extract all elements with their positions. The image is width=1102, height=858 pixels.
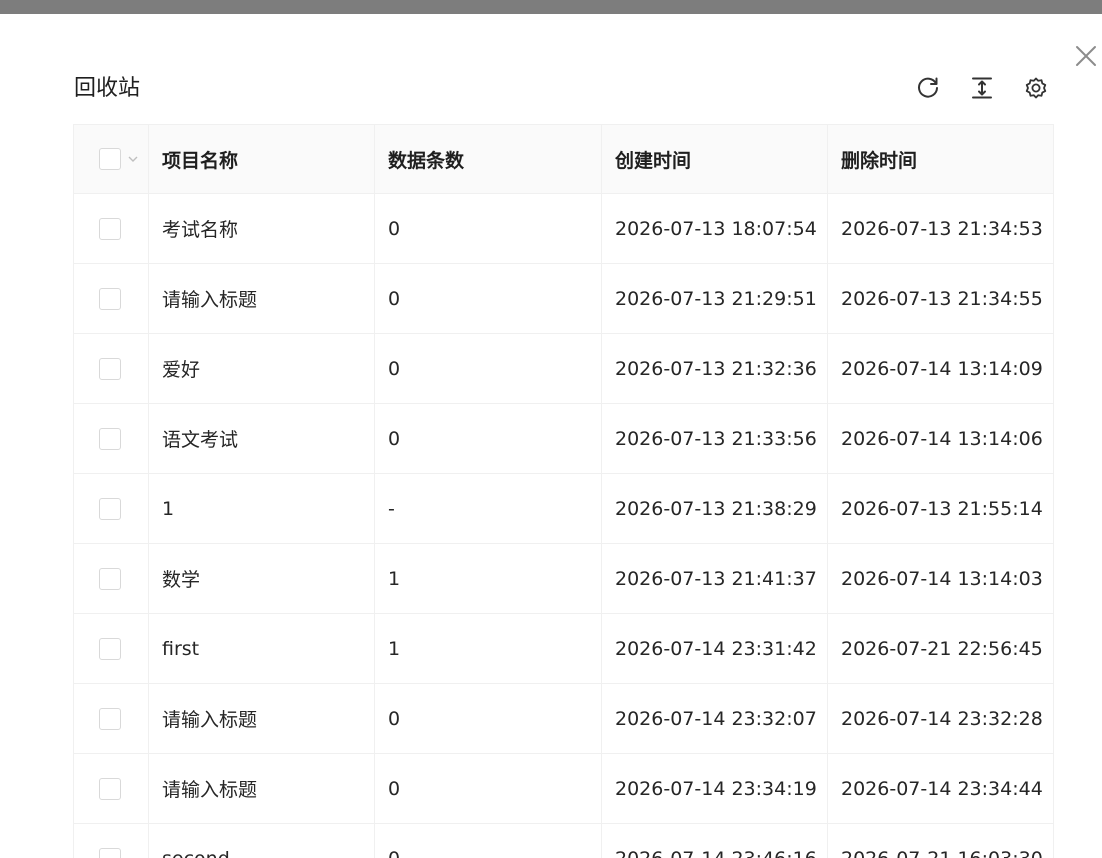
deleted-time: 2026-07-14 23:32:28 [841, 707, 1043, 730]
project-name: 1 [149, 474, 375, 543]
created-time: 2026-07-14 23:34:19 [602, 754, 828, 823]
project-name: 请输入标题 [149, 264, 375, 333]
project-name: first [149, 614, 375, 683]
table-row[interactable]: 1 - 2026-07-13 21:38:29 2026-07-13 21:55… [73, 474, 1054, 544]
table-row[interactable]: 请输入标题 0 2026-07-14 23:32:07 2026-07-14 2… [73, 684, 1054, 754]
column-header-name: 项目名称 [149, 125, 375, 193]
reload-button[interactable] [910, 73, 946, 103]
row-select-cell [74, 614, 149, 683]
row-select-cell [74, 754, 149, 823]
project-name: 数学 [149, 544, 375, 613]
data-count: 1 [375, 544, 602, 613]
row-checkbox[interactable] [99, 217, 121, 240]
table-row[interactable]: 爱好 0 2026-07-13 21:32:36 2026-07-14 13:1… [73, 334, 1054, 404]
close-button[interactable] [1072, 42, 1100, 70]
row-select-cell [74, 404, 149, 473]
row-checkbox[interactable] [99, 357, 121, 380]
row-select-cell [74, 544, 149, 613]
created-time: 2026-07-14 23:31:42 [602, 614, 828, 683]
row-select-cell [74, 824, 149, 858]
data-count: 0 [375, 404, 602, 473]
row-select-cell [74, 264, 149, 333]
created-time: 2026-07-14 23:32:07 [602, 684, 828, 753]
table-row[interactable]: 语文考试 0 2026-07-13 21:33:56 2026-07-14 13… [73, 404, 1054, 474]
table-row[interactable]: 考试名称 0 2026-07-13 18:07:54 2026-07-13 21… [73, 194, 1054, 264]
data-count: 0 [375, 824, 602, 858]
created-time: 2026-07-13 21:38:29 [602, 474, 828, 543]
data-count: - [375, 474, 602, 543]
row-checkbox[interactable] [99, 567, 121, 590]
deleted-time: 2026-07-13 21:55:14 [841, 497, 1043, 520]
table-row[interactable]: first 1 2026-07-14 23:31:42 2026-07-21 2… [73, 614, 1054, 684]
row-select-cell [74, 474, 149, 543]
deleted-time: 2026-07-13 21:34:53 [841, 217, 1043, 240]
project-name: 语文考试 [149, 404, 375, 473]
created-time: 2026-07-14 23:46:16 [602, 824, 828, 858]
project-name: second [149, 824, 375, 858]
recycle-table: 项目名称 数据条数 创建时间 删除时间 考试名称 0 2026-07-13 18… [73, 124, 1054, 858]
project-name: 请输入标题 [149, 684, 375, 753]
column-header-created: 创建时间 [602, 125, 828, 193]
reload-icon [918, 77, 938, 98]
density-button[interactable] [964, 73, 1000, 103]
data-count: 0 [375, 684, 602, 753]
data-count: 0 [375, 754, 602, 823]
settings-button[interactable] [1018, 73, 1054, 103]
table-header: 项目名称 数据条数 创建时间 删除时间 [73, 124, 1054, 194]
row-checkbox[interactable] [99, 637, 121, 660]
created-time: 2026-07-13 21:32:36 [602, 334, 828, 403]
deleted-time: 2026-07-14 23:34:44 [841, 777, 1043, 800]
row-select-cell [74, 684, 149, 753]
created-time: 2026-07-13 21:33:56 [602, 404, 828, 473]
deleted-time: 2026-07-21 22:56:45 [841, 637, 1043, 660]
project-name: 请输入标题 [149, 754, 375, 823]
deleted-time: 2026-07-14 13:14:09 [841, 357, 1043, 380]
setting-icon [1025, 77, 1047, 99]
created-time: 2026-07-13 21:41:37 [602, 544, 828, 613]
table-row[interactable]: second 0 2026-07-14 23:46:16 2026-07-21 … [73, 824, 1054, 858]
row-select-cell [74, 194, 149, 263]
deleted-time: 2026-07-14 13:14:03 [841, 567, 1043, 590]
data-count: 0 [375, 334, 602, 403]
row-checkbox[interactable] [99, 847, 121, 858]
column-header-deleted: 删除时间 [841, 149, 918, 172]
row-checkbox[interactable] [99, 707, 121, 730]
table-row[interactable]: 数学 1 2026-07-13 21:41:37 2026-07-14 13:1… [73, 544, 1054, 614]
row-checkbox[interactable] [99, 497, 121, 520]
row-checkbox[interactable] [99, 287, 121, 310]
deleted-time: 2026-07-14 13:14:06 [841, 427, 1043, 450]
data-count: 0 [375, 194, 602, 263]
created-time: 2026-07-13 18:07:54 [602, 194, 828, 263]
table-row[interactable]: 请输入标题 0 2026-07-13 21:29:51 2026-07-13 2… [73, 264, 1054, 334]
row-checkbox[interactable] [99, 777, 121, 800]
modal-title: 回收站 [74, 76, 141, 101]
chevron-down-icon[interactable] [127, 153, 139, 165]
project-name: 爱好 [149, 334, 375, 403]
created-time: 2026-07-13 21:29:51 [602, 264, 828, 333]
column-height-icon [972, 77, 992, 99]
recycle-bin-modal: 回收站 项目名称 数据条数 创建时间 删除时间 考试名称 0 2026-07-1… [0, 14, 1102, 858]
project-name: 考试名称 [149, 194, 375, 263]
row-select-cell [74, 334, 149, 403]
data-count: 1 [375, 614, 602, 683]
deleted-time: 2026-07-21 16:03:30 [828, 824, 1053, 858]
column-header-count: 数据条数 [375, 125, 602, 193]
table-toolbar [910, 73, 1054, 103]
select-all-cell [74, 125, 149, 193]
close-icon [1076, 46, 1096, 66]
data-count: 0 [375, 264, 602, 333]
deleted-time: 2026-07-13 21:34:55 [841, 287, 1043, 310]
select-all-checkbox[interactable] [99, 148, 121, 170]
table-row[interactable]: 请输入标题 0 2026-07-14 23:34:19 2026-07-14 2… [73, 754, 1054, 824]
row-checkbox[interactable] [99, 427, 121, 450]
